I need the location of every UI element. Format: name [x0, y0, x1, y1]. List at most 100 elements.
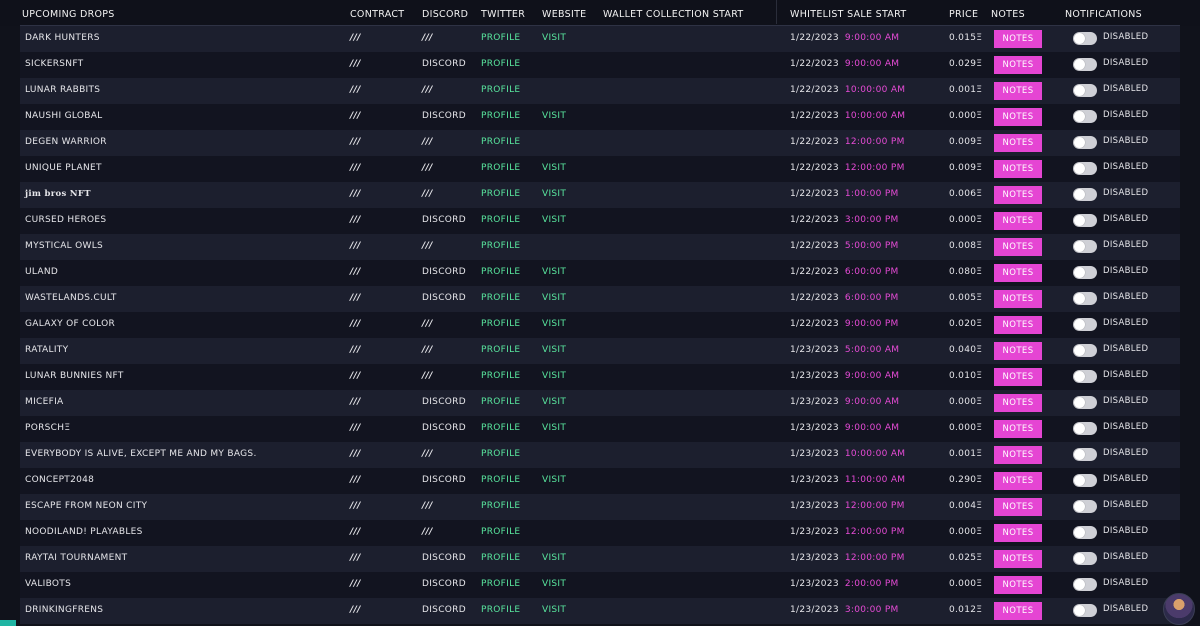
- notes-button[interactable]: NOTES: [994, 160, 1042, 178]
- notes-button[interactable]: NOTES: [994, 134, 1042, 152]
- website-visit-link[interactable]: VISIT: [542, 215, 566, 225]
- website-visit-link[interactable]: VISIT: [542, 423, 566, 433]
- twitter-profile-link[interactable]: PROFILE: [481, 59, 520, 69]
- twitter-profile-link[interactable]: PROFILE: [481, 579, 520, 589]
- website-visit-link[interactable]: VISIT: [542, 345, 566, 355]
- notification-toggle[interactable]: [1073, 344, 1097, 357]
- discord-link[interactable]: ///: [422, 189, 433, 199]
- notes-button[interactable]: NOTES: [994, 290, 1042, 308]
- notification-toggle[interactable]: [1073, 448, 1097, 461]
- twitter-profile-link[interactable]: PROFILE: [481, 215, 520, 225]
- notes-button[interactable]: NOTES: [994, 576, 1042, 594]
- notes-button[interactable]: NOTES: [994, 472, 1042, 490]
- discord-link[interactable]: ///: [422, 371, 433, 381]
- notes-button[interactable]: NOTES: [994, 420, 1042, 438]
- header-whitelist-sale-start[interactable]: WHITELIST SALE START: [790, 9, 906, 20]
- notification-toggle[interactable]: [1073, 318, 1097, 331]
- notification-toggle[interactable]: [1073, 110, 1097, 123]
- notes-button[interactable]: NOTES: [994, 56, 1042, 74]
- discord-link[interactable]: DISCORD: [422, 423, 466, 433]
- notification-toggle[interactable]: [1073, 188, 1097, 201]
- notes-button[interactable]: NOTES: [994, 550, 1042, 568]
- discord-link[interactable]: DISCORD: [422, 605, 466, 615]
- header-contract[interactable]: CONTRACT: [350, 9, 404, 20]
- website-visit-link[interactable]: VISIT: [542, 33, 566, 43]
- header-wallet-collection-start[interactable]: WALLET COLLECTION START: [603, 9, 744, 20]
- discord-link[interactable]: DISCORD: [422, 215, 466, 225]
- notes-button[interactable]: NOTES: [994, 342, 1042, 360]
- notification-toggle[interactable]: [1073, 474, 1097, 487]
- header-upcoming-drops[interactable]: UPCOMING DROPS: [22, 9, 115, 20]
- notification-toggle[interactable]: [1073, 266, 1097, 279]
- discord-link[interactable]: ///: [422, 33, 433, 43]
- header-notes[interactable]: NOTES: [991, 9, 1025, 20]
- website-visit-link[interactable]: VISIT: [542, 371, 566, 381]
- website-visit-link[interactable]: VISIT: [542, 293, 566, 303]
- header-price[interactable]: PRICE: [949, 9, 978, 20]
- notes-button[interactable]: NOTES: [994, 368, 1042, 386]
- notification-toggle[interactable]: [1073, 162, 1097, 175]
- discord-link[interactable]: ///: [422, 241, 433, 251]
- discord-link[interactable]: DISCORD: [422, 579, 466, 589]
- notification-toggle[interactable]: [1073, 214, 1097, 227]
- website-visit-link[interactable]: VISIT: [542, 267, 566, 277]
- notes-button[interactable]: NOTES: [994, 108, 1042, 126]
- discord-link[interactable]: ///: [422, 137, 433, 147]
- discord-link[interactable]: ///: [422, 163, 433, 173]
- twitter-profile-link[interactable]: PROFILE: [481, 293, 520, 303]
- website-visit-link[interactable]: VISIT: [542, 605, 566, 615]
- twitter-profile-link[interactable]: PROFILE: [481, 163, 520, 173]
- twitter-profile-link[interactable]: PROFILE: [481, 475, 520, 485]
- notification-toggle[interactable]: [1073, 526, 1097, 539]
- twitter-profile-link[interactable]: PROFILE: [481, 267, 520, 277]
- notification-toggle[interactable]: [1073, 84, 1097, 97]
- twitter-profile-link[interactable]: PROFILE: [481, 527, 520, 537]
- notes-button[interactable]: NOTES: [994, 264, 1042, 282]
- website-visit-link[interactable]: VISIT: [542, 111, 566, 121]
- header-twitter[interactable]: TWITTER: [481, 9, 525, 20]
- twitter-profile-link[interactable]: PROFILE: [481, 319, 520, 329]
- header-website[interactable]: WEBSITE: [542, 9, 586, 20]
- discord-link[interactable]: DISCORD: [422, 293, 466, 303]
- notes-button[interactable]: NOTES: [994, 186, 1042, 204]
- notification-toggle[interactable]: [1073, 604, 1097, 617]
- notification-toggle[interactable]: [1073, 136, 1097, 149]
- discord-link[interactable]: DISCORD: [422, 111, 466, 121]
- twitter-profile-link[interactable]: PROFILE: [481, 449, 520, 459]
- notes-button[interactable]: NOTES: [994, 524, 1042, 542]
- notes-button[interactable]: NOTES: [994, 316, 1042, 334]
- twitter-profile-link[interactable]: PROFILE: [481, 111, 520, 121]
- header-notifications[interactable]: NOTIFICATIONS: [1065, 9, 1142, 20]
- twitter-profile-link[interactable]: PROFILE: [481, 605, 520, 615]
- twitter-profile-link[interactable]: PROFILE: [481, 241, 520, 251]
- discord-link[interactable]: DISCORD: [422, 397, 466, 407]
- discord-link[interactable]: DISCORD: [422, 475, 466, 485]
- notes-button[interactable]: NOTES: [994, 30, 1042, 48]
- user-avatar[interactable]: [1163, 593, 1195, 625]
- discord-link[interactable]: ///: [422, 449, 433, 459]
- discord-link[interactable]: ///: [422, 345, 433, 355]
- notification-toggle[interactable]: [1073, 58, 1097, 71]
- notification-toggle[interactable]: [1073, 32, 1097, 45]
- twitter-profile-link[interactable]: PROFILE: [481, 85, 520, 95]
- discord-link[interactable]: DISCORD: [422, 59, 466, 69]
- discord-link[interactable]: ///: [422, 501, 433, 511]
- notes-button[interactable]: NOTES: [994, 602, 1042, 620]
- discord-link[interactable]: DISCORD: [422, 553, 466, 563]
- twitter-profile-link[interactable]: PROFILE: [481, 553, 520, 563]
- twitter-profile-link[interactable]: PROFILE: [481, 397, 520, 407]
- notification-toggle[interactable]: [1073, 552, 1097, 565]
- twitter-profile-link[interactable]: PROFILE: [481, 33, 520, 43]
- discord-link[interactable]: ///: [422, 527, 433, 537]
- twitter-profile-link[interactable]: PROFILE: [481, 345, 520, 355]
- notes-button[interactable]: NOTES: [994, 212, 1042, 230]
- website-visit-link[interactable]: VISIT: [542, 579, 566, 589]
- notification-toggle[interactable]: [1073, 500, 1097, 513]
- notes-button[interactable]: NOTES: [994, 498, 1042, 516]
- website-visit-link[interactable]: VISIT: [542, 553, 566, 563]
- header-discord[interactable]: DISCORD: [422, 9, 468, 20]
- notification-toggle[interactable]: [1073, 292, 1097, 305]
- notification-toggle[interactable]: [1073, 578, 1097, 591]
- website-visit-link[interactable]: VISIT: [542, 189, 566, 199]
- twitter-profile-link[interactable]: PROFILE: [481, 371, 520, 381]
